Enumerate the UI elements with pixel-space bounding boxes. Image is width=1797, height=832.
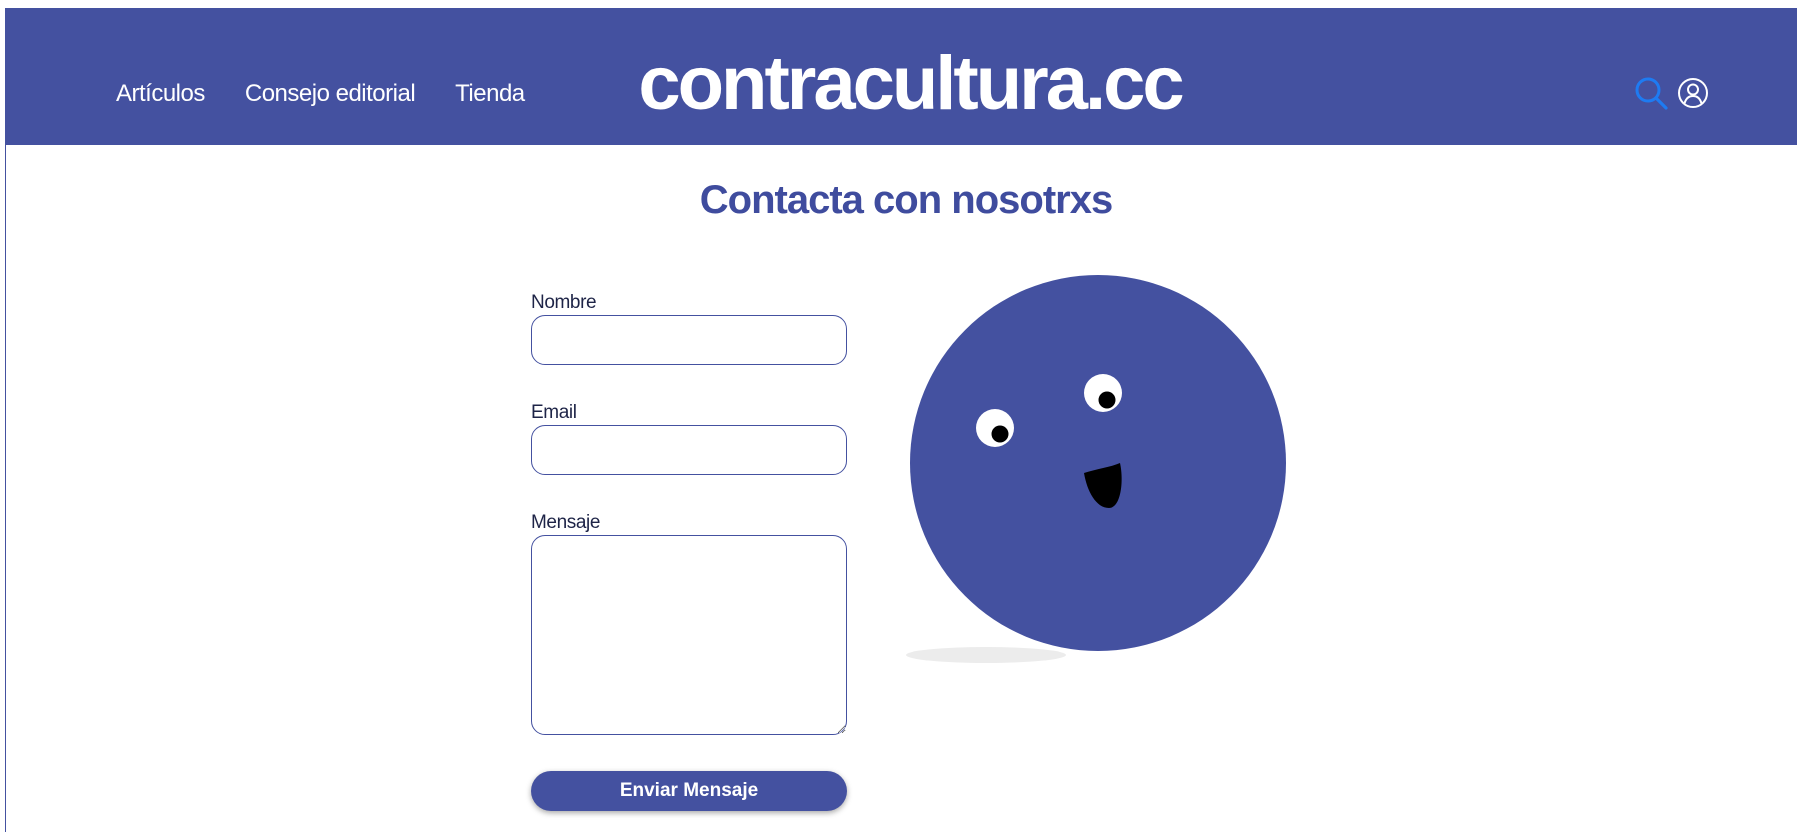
page-title-text: Contacta con nosotrxs [699,178,1113,222]
user-button[interactable] [1675,75,1711,111]
email-label: Email [531,402,577,423]
search-icon [1635,77,1668,110]
face-circle [910,275,1286,651]
search-button[interactable] [1633,75,1669,111]
user-icon [1678,78,1708,108]
header-actions [1633,75,1711,111]
page-frame: Artículos Consejo editorial Tienda contr… [5,8,1797,832]
name-field[interactable] [531,315,847,365]
left-pupil [991,425,1009,443]
right-pupil [1098,391,1116,409]
send-message-button[interactable]: Enviar Mensaje [531,771,847,811]
message-label: Mensaje [531,512,601,533]
face-shadow [906,647,1066,663]
site-logo[interactable]: contracultura.cc [6,46,1797,122]
contact-form: Nombre Email Mensaje [531,291,847,735]
email-field[interactable] [531,425,847,475]
site-title-text: contracultura.cc [638,41,1184,126]
site-header: Artículos Consejo editorial Tienda contr… [6,8,1797,145]
smiling-face-illustration [906,275,1286,663]
message-field[interactable] [531,535,847,735]
name-label: Nombre [531,292,597,313]
page-title: Contacta con nosotrxs [6,178,1797,223]
